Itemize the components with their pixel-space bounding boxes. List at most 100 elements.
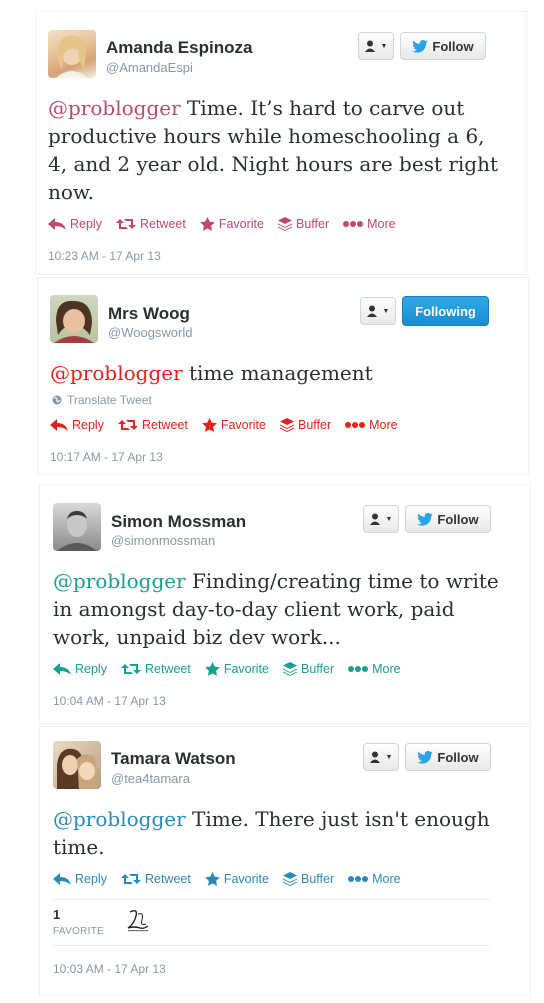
retweet-action[interactable]: Retweet (117, 418, 188, 432)
favorite-label: Favorite (223, 662, 269, 676)
username[interactable]: @simonmossman (111, 533, 215, 548)
tweet-actions: Reply Retweet Favorite Buffer More (53, 662, 415, 676)
follow-button[interactable]: Follow (405, 743, 491, 771)
star-icon (205, 872, 220, 886)
buffer-label: Buffer (300, 662, 335, 676)
user-actions-button[interactable]: ▼ (363, 505, 399, 533)
reply-icon (50, 419, 68, 431)
signature-logo-icon (127, 909, 149, 932)
twitter-bird-icon (412, 39, 429, 53)
retweet-label: Retweet (141, 418, 188, 432)
mention-link[interactable]: @problogger (50, 361, 183, 385)
person-icon (369, 751, 380, 763)
avatar[interactable] (48, 30, 96, 78)
divider (53, 899, 490, 900)
username[interactable]: @tea4tamara (111, 771, 190, 786)
favorite-action[interactable]: Favorite (205, 872, 269, 886)
retweet-action[interactable]: Retweet (120, 662, 191, 676)
favorites-count[interactable]: 1 (53, 907, 60, 922)
username[interactable]: @AmandaEspi (106, 60, 193, 75)
chevron-down-icon: ▼ (380, 42, 388, 50)
retweet-icon (117, 420, 138, 430)
timestamp[interactable]: 10:04 AM - 17 Apr 13 (53, 694, 166, 708)
translate-tweet[interactable]: Translate Tweet (52, 393, 152, 407)
more-action[interactable]: More (343, 217, 396, 231)
avatar[interactable] (53, 503, 101, 551)
reply-label: Reply (72, 418, 104, 432)
chevron-down-icon: ▼ (385, 753, 393, 761)
twitter-bird-icon (417, 750, 434, 764)
person-icon (364, 40, 375, 52)
twitter-bird-icon (417, 512, 434, 526)
reply-action[interactable]: Reply (48, 217, 102, 231)
star-icon (205, 662, 220, 676)
tweet-text-line: work, unpaid biz dev work... (53, 625, 341, 649)
display-name[interactable]: Mrs Woog (108, 304, 190, 324)
favoriter-avatar[interactable] (124, 906, 152, 934)
tweet-text-line: Time. It’s hard to carve out (187, 96, 465, 120)
buffer-label: Buffer (297, 418, 332, 432)
reply-label: Reply (70, 217, 102, 231)
favorite-action[interactable]: Favorite (202, 418, 266, 432)
star-icon (202, 418, 217, 432)
person-icon (369, 513, 380, 525)
buffer-action[interactable]: Buffer (279, 418, 332, 432)
tweet-text: @problogger Time. There just isn't enoug… (53, 805, 523, 861)
more-action[interactable]: More (348, 872, 401, 886)
display-name[interactable]: Amanda Espinoza (106, 38, 252, 58)
reply-action[interactable]: Reply (50, 418, 104, 432)
tweet-text-line: productive hours while homeschooling a 6… (48, 124, 485, 148)
tweet-text-line: Finding/creating time to write (192, 569, 499, 593)
tweet-text-line: Time. There just isn't enough (192, 807, 490, 831)
retweet-action[interactable]: Retweet (115, 217, 186, 231)
more-action[interactable]: More (348, 662, 401, 676)
timestamp[interactable]: 10:17 AM - 17 Apr 13 (50, 450, 163, 464)
buffer-action[interactable]: Buffer (282, 872, 335, 886)
avatar[interactable] (50, 295, 98, 343)
retweet-icon (120, 874, 141, 884)
username[interactable]: @Woogsworld (108, 325, 193, 340)
user-actions-button[interactable]: ▼ (360, 297, 396, 325)
more-dots-icon (348, 666, 369, 672)
favorite-action[interactable]: Favorite (205, 662, 269, 676)
retweet-icon (115, 219, 136, 229)
reply-action[interactable]: Reply (53, 872, 107, 886)
chevron-down-icon: ▼ (382, 307, 390, 315)
follow-button[interactable]: Follow (405, 505, 491, 533)
more-label: More (372, 872, 401, 886)
user-actions-button[interactable]: ▼ (363, 743, 399, 771)
tweet-text-line: 4, and 2 year old. Night hours are best … (48, 152, 499, 176)
retweet-label: Retweet (139, 217, 186, 231)
user-actions-button[interactable]: ▼ (358, 32, 394, 60)
mention-link[interactable]: @problogger (53, 569, 186, 593)
buffer-action[interactable]: Buffer (282, 662, 335, 676)
favorite-action[interactable]: Favorite (200, 217, 264, 231)
retweet-icon (120, 664, 141, 674)
translate-label: Translate Tweet (67, 393, 152, 407)
mention-link[interactable]: @problogger (48, 96, 181, 120)
tweet-text: @problogger Finding/creating time to wri… (53, 567, 523, 651)
tweet-text: @problogger Time. It’s hard to carve out… (48, 94, 518, 206)
follow-button[interactable]: Follow (400, 32, 486, 60)
mention-link[interactable]: @problogger (53, 807, 186, 831)
more-dots-icon (343, 221, 364, 227)
more-dots-icon (345, 422, 366, 428)
timestamp[interactable]: 10:03 AM - 17 Apr 13 (53, 962, 166, 976)
buffer-label: Buffer (295, 217, 330, 231)
more-label: More (372, 662, 401, 676)
timestamp[interactable]: 10:23 AM - 17 Apr 13 (48, 249, 161, 263)
display-name[interactable]: Tamara Watson (111, 749, 236, 769)
buffer-icon (282, 662, 297, 676)
following-button[interactable]: Following (402, 296, 489, 326)
follow-label: Follow (437, 511, 479, 527)
avatar[interactable] (53, 741, 101, 789)
reply-action[interactable]: Reply (53, 662, 107, 676)
display-name[interactable]: Simon Mossman (111, 512, 246, 532)
favorite-label: Favorite (218, 217, 264, 231)
retweet-action[interactable]: Retweet (120, 872, 191, 886)
favorite-label: Favorite (220, 418, 266, 432)
buffer-action[interactable]: Buffer (277, 217, 330, 231)
more-action[interactable]: More (345, 418, 398, 432)
buffer-label: Buffer (300, 872, 335, 886)
tweet-actions: Reply Retweet Favorite Buffer More (53, 872, 415, 886)
